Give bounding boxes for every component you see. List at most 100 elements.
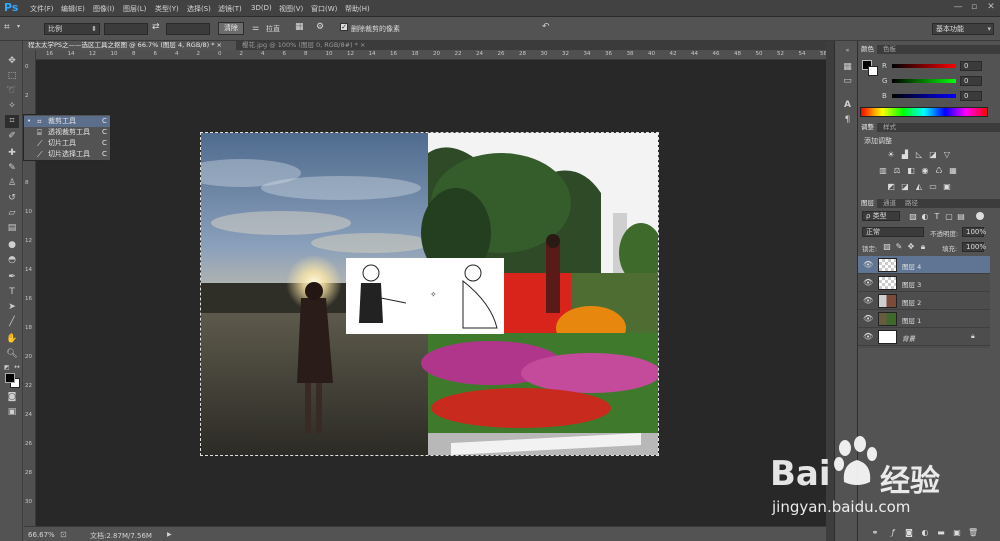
color-spectrum-bar[interactable] [860, 107, 988, 117]
layer-row[interactable]: 👁︎ 图层 1 [858, 310, 990, 328]
reset-icon[interactable]: ↶ [542, 22, 550, 32]
dodge-tool-icon[interactable]: ◓ [5, 254, 19, 267]
default-colors-icon[interactable]: ◩ [4, 364, 10, 371]
zoom-tool-icon[interactable]: 🔍︎ [5, 348, 19, 361]
selective-color-icon[interactable]: ▣ [942, 182, 952, 191]
status-menu-arrow-icon[interactable]: ▶ [167, 531, 172, 538]
straighten-icon[interactable]: ⚌ [252, 23, 259, 32]
new-layer-icon[interactable]: ▣ [952, 528, 962, 537]
ratio-select[interactable]: 比例 ⬍ [44, 23, 100, 35]
screen-mode-icon[interactable]: ▣ [5, 406, 19, 419]
pen-tool-icon[interactable]: ✒ [5, 271, 19, 284]
tab-paths[interactable]: 路径 [902, 199, 921, 208]
properties-panel-icon[interactable]: ▭ [841, 75, 854, 87]
menu-window[interactable]: 窗口(W) [311, 4, 337, 14]
tab-close-icon[interactable]: × [360, 41, 365, 49]
tab-color[interactable]: 颜色 [858, 45, 877, 54]
swap-colors-icon[interactable]: ↔ [14, 363, 20, 371]
levels-icon[interactable]: ▟ [900, 150, 910, 159]
overlay-grid-icon[interactable]: ▦ [295, 22, 304, 32]
add-mask-icon[interactable]: ◙ [904, 528, 914, 537]
crop-handle-bottom-left[interactable] [201, 450, 206, 455]
filter-shape-icon[interactable]: ▢ [944, 212, 954, 221]
filter-toggle[interactable] [976, 212, 984, 220]
layer-row[interactable]: 👁︎ 图层 3 [858, 274, 990, 292]
crop-tool-preset-icon[interactable]: ⌗ [4, 22, 10, 33]
workspace-select[interactable]: 基本功能 ▾ [932, 23, 994, 35]
flyout-item-slice[interactable]: ⟋ 切片工具 C [24, 138, 110, 149]
color-balance-icon[interactable]: ⚖ [892, 166, 902, 175]
visibility-eye-icon[interactable]: 👁︎ [863, 314, 873, 323]
curves-icon[interactable]: ◺ [914, 150, 924, 159]
straighten-label[interactable]: 拉直 [266, 24, 280, 34]
blue-slider[interactable] [892, 94, 956, 98]
type-tool-icon[interactable]: T [5, 286, 19, 299]
brightness-icon[interactable]: ☀ [886, 150, 896, 159]
menu-select[interactable]: 选择(S) [187, 4, 211, 14]
tab-layers[interactable]: 图层 [858, 199, 877, 208]
gradient-tool-icon[interactable]: ▤ [5, 222, 19, 235]
flyout-item-perspective-crop[interactable]: ⌸ 透视裁剪工具 C [24, 127, 110, 138]
delete-cropped-checkbox[interactable]: ✓ [340, 23, 348, 31]
brush-tool-icon[interactable]: ✎ [5, 162, 19, 175]
minimize-icon[interactable]: — [951, 1, 965, 13]
menu-edit[interactable]: 编辑(E) [61, 4, 85, 14]
visibility-eye-icon[interactable]: 👁︎ [863, 278, 873, 287]
link-layers-icon[interactable]: ⚭ [870, 528, 880, 537]
layer-row[interactable]: 👁︎ 图层 4 [858, 256, 990, 274]
exposure-icon[interactable]: ◪ [928, 150, 938, 159]
menu-help[interactable]: 帮助(H) [345, 4, 370, 14]
gear-icon[interactable]: ⚙ [316, 22, 324, 32]
green-slider[interactable] [892, 79, 956, 83]
hue-saturation-icon[interactable]: ▥ [878, 166, 888, 175]
character-panel-icon[interactable]: A [841, 99, 854, 111]
blue-value-input[interactable]: 0 [960, 91, 982, 101]
lock-all-icon[interactable]: 🔒︎ [918, 242, 928, 251]
layer-row[interactable]: 👁︎ 背景 🔒︎ [858, 328, 990, 346]
menu-file[interactable]: 文件(F) [30, 4, 54, 14]
layer-row[interactable]: 👁︎ 图层 2 [858, 292, 990, 310]
red-value-input[interactable]: 0 [960, 61, 982, 71]
tab-document[interactable]: 樱花.jpg @ 100% (图层 0, RGB/8#) * × [238, 41, 388, 50]
filter-smart-object-icon[interactable]: ▤ [956, 212, 966, 221]
clone-stamp-tool-icon[interactable]: ♙ [5, 177, 19, 190]
collapse-arrows-icon[interactable]: « [841, 45, 854, 57]
preset-dropdown-icon[interactable]: ▾ [17, 23, 20, 30]
menu-type[interactable]: 类型(Y) [155, 4, 179, 14]
lasso-tool-icon[interactable]: ➰ [5, 85, 19, 98]
magic-wand-tool-icon[interactable]: ✧ [5, 100, 19, 113]
swap-icon[interactable]: ⇄ [152, 22, 160, 32]
lock-position-icon[interactable]: ✥ [906, 242, 916, 251]
restore-icon[interactable]: ▫ [967, 1, 981, 13]
blend-mode-select[interactable]: 正常 [862, 227, 924, 237]
close-icon[interactable]: ✕ [984, 1, 998, 13]
marquee-tool-icon[interactable]: ⬚ [5, 70, 19, 83]
crop-handle-top-left[interactable] [201, 133, 206, 138]
history-brush-tool-icon[interactable]: ↺ [5, 192, 19, 205]
green-value-input[interactable]: 0 [960, 76, 982, 86]
visibility-eye-icon[interactable]: 👁︎ [863, 332, 873, 341]
new-adjustment-icon[interactable]: ◐ [920, 528, 930, 537]
history-panel-icon[interactable]: ▦ [841, 61, 854, 73]
path-selection-tool-icon[interactable]: ➤ [5, 301, 19, 314]
eraser-tool-icon[interactable]: ▱ [5, 207, 19, 220]
ratio-width-input[interactable] [104, 23, 148, 35]
flyout-item-slice-select[interactable]: ⟋ 切片选择工具 C [24, 149, 110, 160]
crop-tool-icon[interactable]: ⌗ [5, 115, 19, 128]
document-canvas[interactable]: ✧ [200, 132, 659, 456]
menu-view[interactable]: 视图(V) [279, 4, 303, 14]
photo-filter-icon[interactable]: ◉ [920, 166, 930, 175]
channel-mixer-icon[interactable]: ♺ [934, 166, 944, 175]
crop-handle-bottom-right[interactable] [653, 450, 658, 455]
eyedropper-tool-icon[interactable]: ✐ [5, 130, 19, 143]
layer-kind-filter[interactable]: ρ 类型 [862, 211, 900, 221]
hand-tool-icon[interactable]: ✋ [5, 333, 19, 346]
tab-active-document[interactable]: 程太太学PS之——选区工具之抠图 @ 66.7% (图层 4, RGB/8) *… [24, 41, 236, 50]
move-tool-icon[interactable]: ✥ [5, 55, 19, 68]
tab-styles[interactable]: 样式 [880, 123, 899, 132]
opacity-input[interactable]: 100% [962, 227, 986, 237]
layer-style-icon[interactable]: ƒ [888, 528, 898, 537]
delete-layer-icon[interactable]: 🗑︎ [968, 528, 978, 537]
lock-pixels-icon[interactable]: ✎ [894, 242, 904, 251]
new-group-icon[interactable]: ▬ [936, 528, 946, 537]
